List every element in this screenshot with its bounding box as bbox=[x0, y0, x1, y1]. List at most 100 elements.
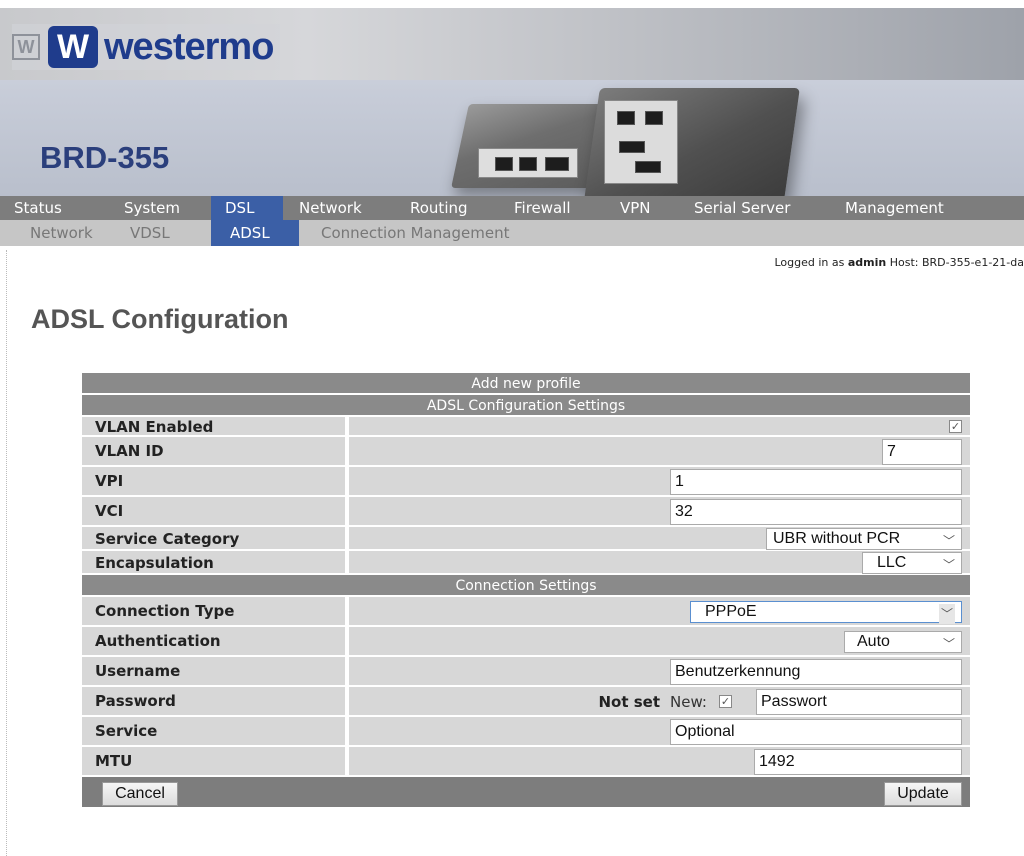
serial-port-icon bbox=[635, 161, 661, 173]
service-category-value: UBR without PCR bbox=[773, 530, 901, 547]
connection-type-value: PPPoE bbox=[705, 603, 757, 620]
encapsulation-label: Encapsulation bbox=[82, 551, 347, 573]
encapsulation-cell: LLC ﹀ bbox=[349, 551, 970, 574]
subnav-connection-management[interactable]: Connection Management bbox=[321, 220, 551, 246]
serial-port-icon bbox=[619, 141, 645, 153]
row-username: Username Benutzerkennung bbox=[82, 657, 970, 687]
chevron-down-icon: ﹀ bbox=[942, 637, 955, 651]
product-name: BRD-355 bbox=[40, 140, 170, 175]
vpi-input[interactable]: 1 bbox=[670, 469, 962, 495]
chevron-down-icon: ﹀ bbox=[942, 534, 955, 548]
connection-type-label: Connection Type bbox=[82, 597, 347, 625]
row-mtu: MTU 1492 bbox=[82, 747, 970, 777]
form-footer: Cancel Update bbox=[82, 777, 970, 807]
westermo-logo: W W westermo bbox=[12, 24, 280, 70]
service-cell: Optional bbox=[349, 717, 970, 745]
device-side-panel bbox=[604, 100, 678, 184]
password-label: Password bbox=[82, 687, 347, 715]
password-new-label: New: bbox=[670, 693, 707, 711]
ethernet-port-icon bbox=[495, 157, 513, 171]
encapsulation-value: LLC bbox=[877, 554, 907, 571]
row-vlan-enabled: VLAN Enabled ✓ bbox=[82, 417, 970, 437]
authentication-value: Auto bbox=[857, 633, 890, 650]
row-service: Service Optional bbox=[82, 717, 970, 747]
service-category-select[interactable]: UBR without PCR ﹀ bbox=[766, 528, 962, 550]
row-vci: VCI 32 bbox=[82, 497, 970, 527]
row-authentication: Authentication Auto ﹀ bbox=[82, 627, 970, 657]
authentication-cell: Auto ﹀ bbox=[349, 627, 970, 655]
section-connection-settings: Connection Settings bbox=[82, 575, 970, 597]
nav-system[interactable]: System bbox=[124, 196, 194, 220]
logo-small-mark-icon: W bbox=[12, 34, 40, 60]
device-front-panel bbox=[478, 148, 578, 178]
password-cell: Not set New: ✓ Passwort bbox=[349, 687, 970, 715]
row-encapsulation: Encapsulation LLC ﹀ bbox=[82, 551, 970, 575]
ethernet-port-icon bbox=[645, 111, 663, 125]
row-vlan-id: VLAN ID 7 bbox=[82, 437, 970, 467]
connection-type-cell: PPPoE ﹀ bbox=[349, 597, 970, 625]
service-category-cell: UBR without PCR ﹀ bbox=[349, 527, 970, 550]
service-category-label: Service Category bbox=[82, 527, 347, 549]
form-header: Add new profile bbox=[82, 373, 970, 395]
vci-cell: 32 bbox=[349, 497, 970, 525]
section-adsl-settings: ADSL Configuration Settings bbox=[82, 395, 970, 417]
chevron-down-icon: ﹀ bbox=[942, 558, 955, 572]
encapsulation-select[interactable]: LLC ﹀ bbox=[862, 552, 962, 574]
password-input[interactable]: Passwort bbox=[756, 689, 962, 715]
service-label: Service bbox=[82, 717, 347, 745]
vlan-id-label: VLAN ID bbox=[82, 437, 347, 465]
vci-input[interactable]: 32 bbox=[670, 499, 962, 525]
mtu-cell: 1492 bbox=[349, 747, 970, 775]
vpi-label: VPI bbox=[82, 467, 347, 495]
nav-network[interactable]: Network bbox=[299, 196, 379, 220]
username-cell: Benutzerkennung bbox=[349, 657, 970, 685]
nav-serial-server[interactable]: Serial Server bbox=[694, 196, 814, 220]
adsl-form-table: Add new profile ADSL Configuration Setti… bbox=[82, 373, 970, 807]
nav-status[interactable]: Status bbox=[14, 196, 86, 220]
nav-vpn[interactable]: VPN bbox=[620, 196, 660, 220]
password-status: Not set bbox=[598, 693, 660, 711]
subnav-vdsl[interactable]: VDSL bbox=[130, 220, 190, 246]
authentication-label: Authentication bbox=[82, 627, 347, 655]
connection-type-select[interactable]: PPPoE ﹀ bbox=[690, 601, 962, 624]
update-button[interactable]: Update bbox=[884, 782, 962, 806]
row-service-category: Service Category UBR without PCR ﹀ bbox=[82, 527, 970, 551]
subnav-network[interactable]: Network bbox=[30, 220, 110, 246]
ethernet-port-icon bbox=[519, 157, 537, 171]
mtu-label: MTU bbox=[82, 747, 347, 775]
nav-management[interactable]: Management bbox=[845, 196, 965, 220]
password-new-checkbox[interactable]: ✓ bbox=[719, 695, 732, 708]
username-input[interactable]: Benutzerkennung bbox=[670, 659, 962, 685]
vlan-id-cell: 7 bbox=[349, 437, 970, 465]
ethernet-port-icon bbox=[617, 111, 635, 125]
vlan-enabled-cell: ✓ bbox=[349, 417, 970, 435]
login-info: Logged in as admin Host: BRD-355-e1-21-d… bbox=[774, 256, 1024, 269]
left-divider bbox=[6, 250, 7, 856]
main-nav: Status System DSL Network Routing Firewa… bbox=[0, 196, 1024, 220]
nav-routing[interactable]: Routing bbox=[410, 196, 480, 220]
vci-label: VCI bbox=[82, 497, 347, 525]
row-connection-type: Connection Type PPPoE ﹀ bbox=[82, 597, 970, 627]
subnav-adsl[interactable]: ADSL bbox=[211, 220, 299, 246]
vlan-enabled-checkbox[interactable]: ✓ bbox=[949, 420, 962, 433]
logged-in-user: admin bbox=[847, 256, 887, 269]
row-password: Password Not set New: ✓ Passwort bbox=[82, 687, 970, 717]
authentication-select[interactable]: Auto ﹀ bbox=[844, 631, 962, 653]
sub-nav: Network VDSL ADSL Connection Management bbox=[0, 220, 1024, 246]
username-label: Username bbox=[82, 657, 347, 685]
row-vpi: VPI 1 bbox=[82, 467, 970, 497]
service-input[interactable]: Optional bbox=[670, 719, 962, 745]
vlan-id-input[interactable]: 7 bbox=[882, 439, 962, 465]
chevron-down-icon: ﹀ bbox=[938, 604, 955, 624]
vlan-enabled-label: VLAN Enabled bbox=[82, 417, 347, 436]
mtu-input[interactable]: 1492 bbox=[754, 749, 962, 775]
nav-firewall[interactable]: Firewall bbox=[514, 196, 588, 220]
logo-wordmark: westermo bbox=[104, 26, 274, 68]
logo-w-mark-icon: W bbox=[48, 26, 98, 68]
cancel-button[interactable]: Cancel bbox=[102, 782, 178, 806]
serial-port-icon bbox=[545, 157, 569, 171]
vpi-cell: 1 bbox=[349, 467, 970, 495]
host-info: Host: BRD-355-e1-21-da bbox=[889, 256, 1024, 269]
header-banner: W W westermo BRD-355 bbox=[0, 8, 1024, 196]
nav-dsl[interactable]: DSL bbox=[211, 196, 283, 220]
